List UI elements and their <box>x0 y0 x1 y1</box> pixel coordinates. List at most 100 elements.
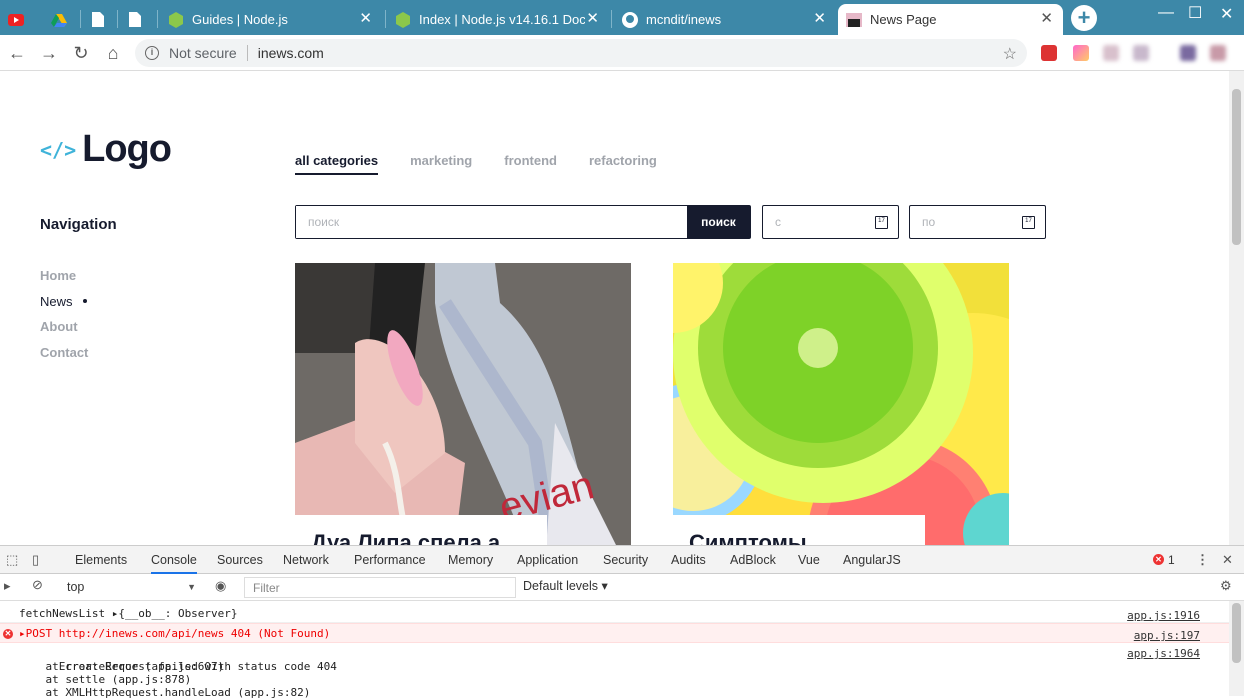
console-scrollbar[interactable] <box>1229 601 1244 696</box>
code-icon: </> <box>40 137 77 162</box>
address-bar[interactable]: i Not secure inews.com ☆ <box>135 39 1027 67</box>
close-icon[interactable]: ✕ <box>1040 11 1053 27</box>
site-logo[interactable]: </> Logo <box>40 128 172 171</box>
search-button[interactable]: поиск <box>687 206 750 238</box>
nav-item-contact[interactable]: Contact <box>40 340 88 366</box>
category-frontend[interactable]: frontend <box>504 153 557 175</box>
search-form: поиск <box>295 205 751 239</box>
devtools-tab-vue[interactable]: Vue <box>798 546 820 574</box>
bookmark-star-icon[interactable]: ☆ <box>1003 44 1017 64</box>
chevron-down-icon: ▼ <box>187 582 196 592</box>
news-card[interactable]: Симптомы <box>673 263 1009 545</box>
forward-icon[interactable]: → <box>38 42 60 64</box>
category-all[interactable]: all categories <box>295 153 379 175</box>
tab-document-2[interactable] <box>119 4 155 35</box>
extension-icon[interactable] <box>1073 45 1089 61</box>
nav-label: News <box>40 293 73 309</box>
calendar-icon[interactable]: 17 <box>875 215 888 229</box>
tab-github-inews[interactable]: mcndit/inews ✕ <box>614 4 836 35</box>
scrollbar-thumb[interactable] <box>1232 89 1241 245</box>
date-from-placeholder: с <box>775 215 781 229</box>
youtube-icon <box>8 12 24 28</box>
close-devtools-icon[interactable]: ✕ <box>1222 552 1233 568</box>
nav-item-about[interactable]: About <box>40 314 88 340</box>
news-title[interactable]: Дуа Липа спела а <box>295 515 547 545</box>
stack-frame[interactable]: at settle (app.js:878) <box>19 673 191 686</box>
console-message[interactable]: fetchNewsList ▸{__ob__: Observer} <box>19 607 238 620</box>
devtools-tab-application[interactable]: Application <box>517 546 578 574</box>
devtools-tab-security[interactable]: Security <box>603 546 648 574</box>
date-from-field[interactable]: с 17 <box>762 205 899 239</box>
maximize-icon[interactable]: ☐ <box>1188 3 1202 23</box>
nodejs-icon <box>395 11 411 28</box>
devtools-tab-audits[interactable]: Audits <box>671 546 706 574</box>
close-icon[interactable]: ✕ <box>359 11 372 27</box>
back-icon[interactable]: ← <box>6 42 28 64</box>
tab-news-page[interactable]: News Page ✕ <box>838 4 1063 35</box>
close-icon[interactable]: ✕ <box>586 11 599 27</box>
news-title[interactable]: Симптомы <box>673 515 925 545</box>
tab-title: Index | Node.js v14.16.1 Doc <box>419 12 585 27</box>
devtools-tab-sources[interactable]: Sources <box>217 546 263 574</box>
tab-google-drive[interactable] <box>43 4 79 35</box>
console-source-link[interactable]: app.js:197 <box>1134 626 1200 645</box>
tab-youtube[interactable] <box>0 4 40 35</box>
inspect-element-icon[interactable]: ⬚ <box>6 552 18 568</box>
extension-icon[interactable] <box>1180 45 1196 61</box>
nodejs-icon <box>168 11 184 28</box>
window-close-icon[interactable]: ✕ <box>1220 4 1233 24</box>
extension-icon[interactable] <box>1103 45 1119 61</box>
calendar-icon[interactable]: 17 <box>1022 215 1035 229</box>
devtools-tab-network[interactable]: Network <box>283 546 329 574</box>
category-refactoring[interactable]: refactoring <box>589 153 657 175</box>
date-to-placeholder: по <box>922 215 936 229</box>
devtools-tab-memory[interactable]: Memory <box>448 546 493 574</box>
url-text[interactable]: inews.com <box>258 45 324 61</box>
eye-icon[interactable]: ◉ <box>215 578 226 594</box>
context-select[interactable]: top ▼ <box>60 578 200 597</box>
error-icon[interactable]: ✕ <box>1153 554 1164 565</box>
console-source-link[interactable]: app.js:1964 <box>1127 647 1200 660</box>
profile-avatar[interactable] <box>1210 45 1226 61</box>
navigation-menu: Home News About Contact <box>40 263 88 365</box>
gear-icon[interactable]: ⚙ <box>1220 578 1232 594</box>
tab-index-nodejs[interactable]: Index | Node.js v14.16.1 Doc ✕ <box>387 4 609 35</box>
console-message[interactable]: ▸POST http://inews.com/api/news 404 (Not… <box>19 627 330 640</box>
error-count[interactable]: 1 <box>1168 553 1175 567</box>
date-to-field[interactable]: по 17 <box>909 205 1046 239</box>
nav-item-home[interactable]: Home <box>40 263 88 289</box>
devtools-panel: ⬚ ▯ Elements Console Sources Network Per… <box>0 545 1244 699</box>
devtools-tab-angularjs[interactable]: AngularJS <box>843 546 901 574</box>
devtools-tab-performance[interactable]: Performance <box>354 546 426 574</box>
extension-icon[interactable] <box>1133 45 1149 61</box>
search-input[interactable] <box>296 206 687 238</box>
gmail-extension-icon[interactable] <box>1041 45 1057 61</box>
news-card[interactable]: evian Дуа Липа спела а <box>295 263 631 545</box>
log-levels-select[interactable]: Default levels ▾ <box>523 578 608 593</box>
new-tab-button[interactable]: + <box>1071 5 1097 31</box>
info-icon[interactable]: i <box>145 46 159 60</box>
category-marketing[interactable]: marketing <box>410 153 472 175</box>
reload-icon[interactable]: ↻ <box>70 42 92 64</box>
stack-frame[interactable]: at createError (app.js:607) <box>19 660 224 673</box>
stack-frame[interactable]: at XMLHttpRequest.handleLoad (app.js:82) <box>19 686 310 699</box>
scrollbar-thumb[interactable] <box>1232 603 1241 663</box>
devtools-tab-console[interactable]: Console <box>151 546 197 574</box>
close-icon[interactable]: ✕ <box>813 11 826 27</box>
page-scrollbar[interactable] <box>1229 71 1244 545</box>
more-options-icon[interactable]: ⋮ <box>1196 552 1209 568</box>
devtools-tab-adblock[interactable]: AdBlock <box>730 546 776 574</box>
minimize-icon[interactable]: — <box>1158 4 1174 22</box>
nav-item-news[interactable]: News <box>40 289 88 315</box>
home-icon[interactable]: ⌂ <box>102 42 124 64</box>
console-toolbar: ▸ ⊘ top ▼ ◉ Default levels ▾ ⚙ <box>0 574 1244 601</box>
clear-console-icon[interactable]: ⊘ <box>32 577 43 593</box>
filter-input[interactable] <box>244 577 516 598</box>
sidebar-toggle-icon[interactable]: ▸ <box>4 578 11 594</box>
devtools-tabbar: ⬚ ▯ Elements Console Sources Network Per… <box>0 546 1244 574</box>
device-toolbar-icon[interactable]: ▯ <box>32 552 39 568</box>
tab-document-1[interactable] <box>82 4 116 35</box>
devtools-tab-elements[interactable]: Elements <box>75 546 127 574</box>
tab-guides-nodejs[interactable]: Guides | Node.js ✕ <box>160 4 382 35</box>
console-line: at settle (app.js:878) <box>0 673 1244 686</box>
